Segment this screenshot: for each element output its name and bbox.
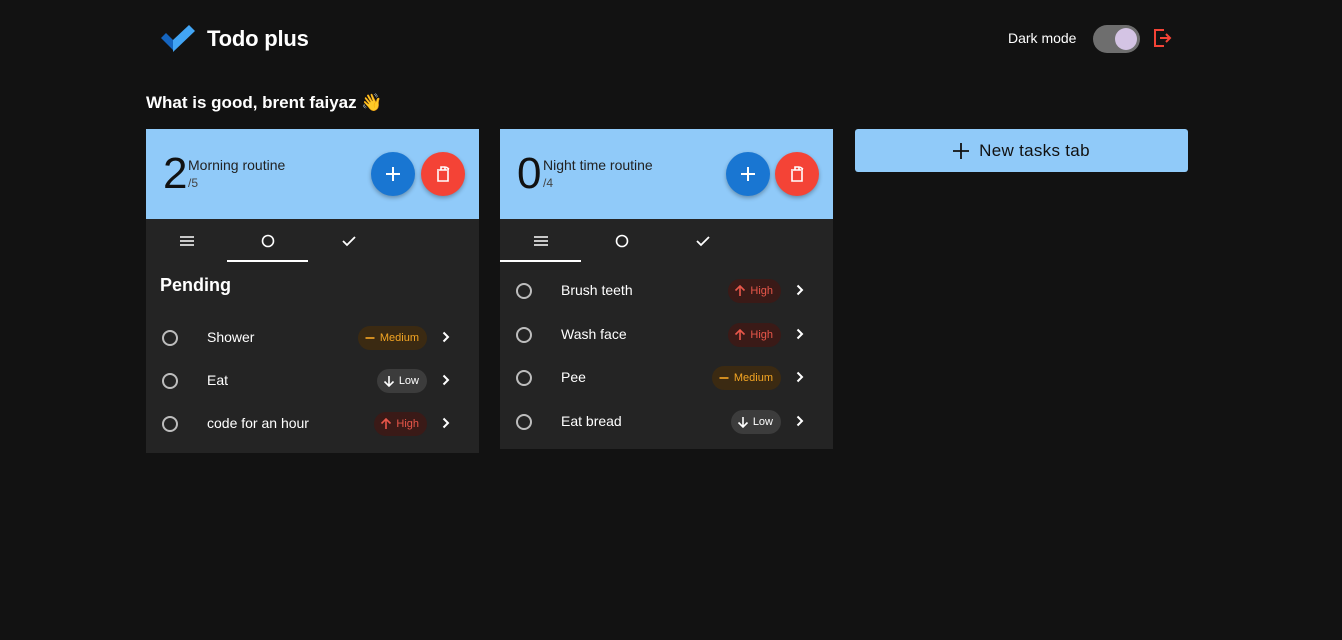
plus-icon — [386, 167, 400, 181]
priority-chip: High — [374, 412, 427, 436]
add-task-button[interactable] — [726, 152, 770, 196]
task-row[interactable]: code for an hour High — [146, 402, 479, 445]
delete-tab-button[interactable] — [775, 152, 819, 196]
toggle-knob — [1115, 28, 1137, 50]
greeting: What is good, brent faiyaz 👋 — [146, 93, 383, 112]
priority-label: Medium — [379, 332, 419, 344]
task-name: code for an hour — [207, 415, 309, 431]
priority-label: High — [396, 418, 419, 430]
new-tasks-tab-label: New tasks tab — [979, 140, 1090, 160]
priority-chip: Low — [730, 409, 781, 434]
priority-label: Low — [398, 375, 419, 387]
arrow-up-icon — [735, 328, 746, 340]
priority-chip: High — [728, 322, 781, 347]
priority-chip: High — [728, 279, 781, 303]
complete-radio[interactable] — [516, 370, 532, 386]
card-total: /5 — [188, 176, 199, 190]
chevron-right-icon[interactable] — [795, 328, 805, 340]
task-tab-card-morning: 2 Morning routine /5 Pending Shower Mediu… — [146, 129, 479, 453]
chevron-right-icon[interactable] — [441, 331, 451, 343]
logout-icon[interactable] — [1151, 27, 1173, 49]
task-name: Eat bread — [561, 412, 622, 429]
dark-mode-label: Dark mode — [1008, 30, 1077, 46]
chevron-right-icon[interactable] — [441, 417, 451, 429]
task-row[interactable]: Shower Medium — [146, 316, 479, 359]
complete-radio[interactable] — [516, 283, 532, 299]
arrow-up-icon — [381, 418, 392, 429]
tab-completed[interactable] — [308, 219, 389, 263]
arrow-down-icon — [383, 376, 394, 387]
task-row[interactable]: Brush teeth High — [500, 269, 833, 312]
new-tasks-tab-button[interactable]: New tasks tab — [855, 129, 1188, 172]
task-row[interactable]: Eat Low — [146, 359, 479, 402]
tab-all[interactable] — [146, 219, 227, 263]
card-title: Morning routine — [188, 157, 286, 173]
chevron-right-icon[interactable] — [795, 415, 805, 427]
pending-count: 0 — [517, 149, 542, 198]
filter-tabs — [146, 219, 479, 263]
arrow-down-icon — [737, 416, 748, 428]
plus-icon — [741, 167, 755, 181]
priority-label: Medium — [733, 372, 773, 384]
task-name: Wash face — [561, 325, 627, 342]
minus-icon — [365, 337, 375, 339]
task-name: Eat — [207, 372, 229, 388]
delete-tab-button[interactable] — [421, 152, 465, 196]
chevron-right-icon[interactable] — [795, 371, 805, 383]
card-header: 0 Night time routine /4 — [500, 129, 833, 219]
checkmark-logo-icon — [161, 25, 195, 52]
priority-label: High — [750, 285, 773, 297]
complete-radio[interactable] — [516, 326, 532, 343]
circle-icon — [615, 234, 628, 248]
tab-pending[interactable] — [227, 219, 308, 263]
card-header: 2 Morning routine /5 — [146, 129, 479, 219]
pending-count: 2 — [163, 149, 188, 198]
task-name: Pee — [561, 369, 586, 385]
list-icon — [533, 236, 548, 246]
priority-chip: Medium — [711, 366, 781, 390]
add-task-button[interactable] — [371, 152, 415, 196]
complete-radio[interactable] — [162, 416, 178, 432]
card-title: Night time routine — [543, 157, 653, 173]
complete-radio[interactable] — [162, 373, 178, 389]
chevron-right-icon[interactable] — [441, 374, 451, 386]
tab-all[interactable] — [500, 219, 581, 263]
dark-mode-toggle[interactable] — [1093, 25, 1140, 53]
task-name: Brush teeth — [561, 282, 633, 298]
complete-radio[interactable] — [162, 330, 178, 346]
trash-icon — [791, 166, 804, 182]
task-row[interactable]: Wash face High — [500, 313, 833, 356]
tab-completed[interactable] — [662, 219, 743, 263]
plus-icon — [953, 142, 970, 159]
tab-pending[interactable] — [581, 219, 662, 263]
check-icon — [341, 236, 356, 247]
task-name: Shower — [207, 329, 255, 345]
section-title: Pending — [160, 275, 231, 295]
priority-label: High — [750, 328, 773, 341]
list-icon — [179, 236, 194, 246]
task-row[interactable]: Pee Medium — [500, 356, 833, 399]
complete-radio[interactable] — [516, 413, 532, 430]
task-row[interactable]: Eat bread Low — [500, 400, 833, 443]
minus-icon — [719, 377, 729, 379]
filter-tabs — [500, 219, 833, 263]
check-icon — [695, 236, 710, 247]
task-tab-card-night: 0 Night time routine /4 Brush teeth High W… — [500, 129, 833, 449]
chevron-right-icon[interactable] — [795, 284, 805, 296]
trash-icon — [437, 166, 450, 182]
priority-chip: Medium — [357, 326, 427, 350]
circle-icon — [261, 234, 274, 248]
arrow-up-icon — [735, 285, 746, 296]
app-header: Todo plus Dark mode — [0, 0, 1342, 78]
app-title: Todo plus — [207, 26, 309, 51]
priority-label: Low — [752, 415, 773, 428]
priority-chip: Low — [376, 369, 427, 393]
card-total: /4 — [543, 176, 554, 190]
